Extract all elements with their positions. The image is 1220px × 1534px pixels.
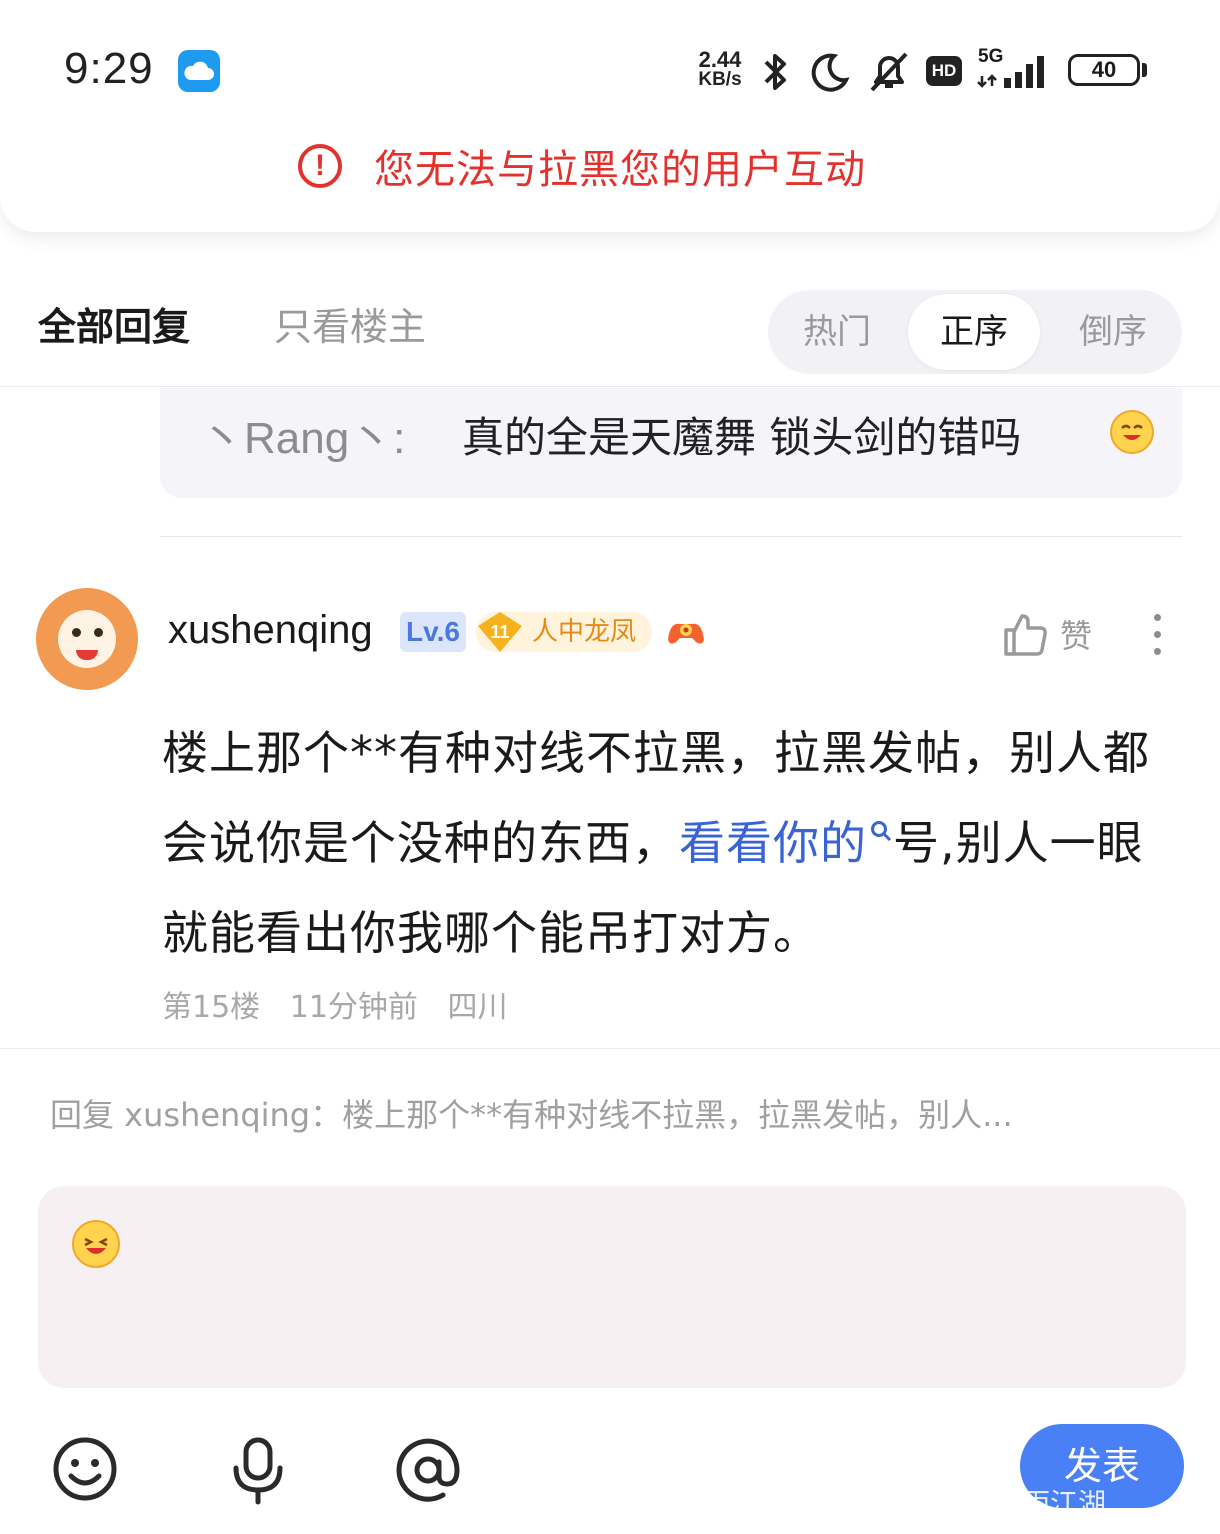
- toast-message: 您无法与拉黑您的用户互动: [374, 147, 866, 193]
- reply-hint: 回复 xushenqing：楼上那个**有种对线不拉黑，拉黑发帖，别人...: [50, 1096, 1013, 1134]
- game-icon[interactable]: [664, 612, 708, 652]
- status-clock: 9:29: [64, 44, 154, 93]
- battery-icon: 40: [1068, 54, 1140, 86]
- bluetooth-icon: [764, 54, 786, 90]
- post-content: 楼上那个**有种对线不拉黑，拉黑发帖，别人都会说你是个没种的东西，看看你的 号,别…: [162, 708, 1186, 978]
- at-icon[interactable]: [394, 1436, 462, 1504]
- honor-title: 人中龙凤: [532, 617, 637, 647]
- honor-badge[interactable]: 11 人中龙凤: [476, 612, 652, 652]
- level-badge: Lv.6: [400, 612, 466, 652]
- bell-off-icon: [870, 52, 908, 92]
- signal-icon: [977, 56, 1044, 88]
- post-floor: 第15楼: [162, 990, 261, 1025]
- toast-content: ! 您无法与拉黑您的用户互动: [298, 138, 866, 194]
- avatar-eye: [94, 628, 103, 637]
- post-meta: 第15楼 11分钟前 四川: [162, 982, 527, 1026]
- battery-level: 40: [1091, 57, 1117, 82]
- warning-icon: !: [298, 144, 342, 188]
- status-bar: 9:29 2.44 KB/s HD 5G 40: [0, 0, 1220, 130]
- search-link[interactable]: 看看你的: [679, 816, 867, 870]
- cloud-icon: [178, 50, 220, 92]
- emoji-icon[interactable]: [52, 1436, 118, 1502]
- post-location: 四川: [447, 990, 508, 1025]
- more-vertical-icon[interactable]: [1146, 612, 1170, 658]
- meta-divider: [0, 1048, 1220, 1049]
- laughing-emoji-icon: [1110, 410, 1154, 454]
- honor-gem-icon: 11: [478, 612, 522, 652]
- more-dot: [1154, 648, 1161, 655]
- more-dot: [1154, 614, 1161, 621]
- tab-only-op[interactable]: 只看楼主: [274, 296, 426, 351]
- sort-toggle: 热门 正序 倒序: [768, 290, 1182, 374]
- like-label: 赞: [1060, 617, 1093, 655]
- network-speed-value: 2.44: [698, 47, 742, 72]
- sort-ascending-option[interactable]: 正序: [908, 294, 1040, 370]
- avatar[interactable]: [36, 588, 138, 690]
- mic-icon[interactable]: [228, 1436, 288, 1506]
- reply-input[interactable]: [38, 1186, 1186, 1388]
- moon-icon: [811, 53, 850, 92]
- tabs-divider: [0, 386, 1220, 387]
- sort-descending-option[interactable]: 倒序: [1044, 290, 1182, 374]
- quoted-reply-text: 真的全是天魔舞 锁头剑的错吗: [462, 413, 1022, 462]
- network-speed: 2.44 KB/s: [690, 47, 750, 90]
- search-icon[interactable]: [869, 819, 893, 843]
- avatar-eye: [72, 628, 81, 637]
- hd-badge: HD: [926, 56, 962, 86]
- watermark: @烟雨江湖: [966, 1487, 1107, 1520]
- post-time: 11分钟前: [289, 990, 418, 1025]
- like-button[interactable]: 赞: [1000, 610, 1092, 658]
- sort-hot-option[interactable]: 热门: [768, 290, 906, 374]
- laughing-emoji-icon: [72, 1220, 120, 1268]
- thumbs-up-icon: [1004, 614, 1047, 656]
- quoted-reply-author[interactable]: 丶Rang丶:: [200, 402, 405, 466]
- tab-all-replies[interactable]: 全部回复: [38, 296, 190, 351]
- post-username[interactable]: xushenqing: [168, 608, 373, 653]
- more-dot: [1154, 631, 1161, 638]
- post-divider: [160, 536, 1182, 537]
- network-speed-unit: KB/s: [698, 69, 742, 90]
- battery-tip: [1142, 63, 1147, 77]
